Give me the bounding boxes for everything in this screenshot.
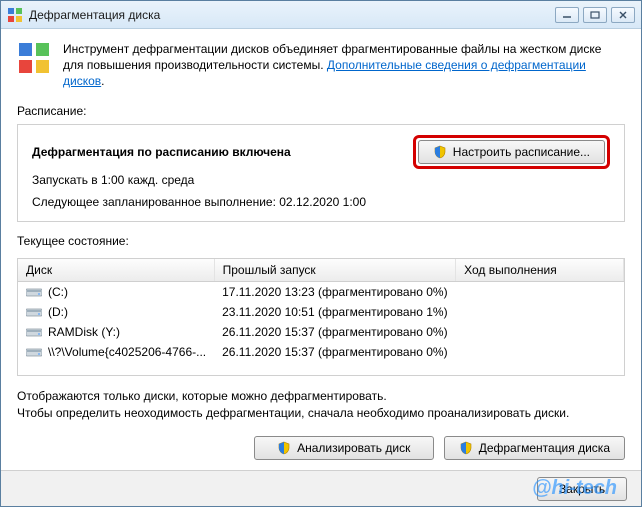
window-title: Дефрагментация диска bbox=[29, 8, 555, 22]
table-row[interactable]: (C:) 17.11.2020 13:23 (фрагментировано 0%… bbox=[18, 281, 624, 302]
shield-icon bbox=[277, 441, 291, 455]
action-buttons: Анализировать диск Дефрагментация диска bbox=[17, 436, 625, 460]
titlebar: Дефрагментация диска bbox=[1, 1, 641, 29]
disk-name: RAMDisk (Y:) bbox=[48, 325, 120, 339]
window-controls bbox=[555, 7, 635, 23]
close-button[interactable] bbox=[611, 7, 635, 23]
col-progress[interactable]: Ход выполнения bbox=[456, 259, 624, 282]
intro-text-after: . bbox=[101, 74, 104, 88]
defrag-window: Дефрагментация диска Инструмент дефрагме… bbox=[0, 0, 642, 507]
shield-icon bbox=[433, 145, 447, 159]
last-run-cell: 26.11.2020 15:37 (фрагментировано 0%) bbox=[214, 322, 455, 342]
footer-bar: Закрыть bbox=[1, 470, 641, 506]
table-row[interactable]: (D:) 23.11.2020 10:51 (фрагментировано 1%… bbox=[18, 302, 624, 322]
progress-cell bbox=[456, 302, 624, 322]
defrag-label: Дефрагментация диска bbox=[479, 441, 610, 455]
hdd-icon bbox=[26, 346, 42, 358]
current-state-label: Текущее состояние: bbox=[17, 234, 625, 248]
defrag-large-icon bbox=[17, 41, 51, 75]
disk-name: (C:) bbox=[48, 285, 68, 299]
disk-table-wrap: Диск Прошлый запуск Ход выполнения (C:) 1… bbox=[17, 258, 625, 377]
intro-block: Инструмент дефрагментации дисков объедин… bbox=[17, 41, 625, 90]
info-line2: Чтобы определить неоходимость дефрагмент… bbox=[17, 405, 625, 422]
analyze-label: Анализировать диск bbox=[297, 441, 410, 455]
info-line1: Отображаются только диски, которые можно… bbox=[17, 388, 625, 405]
highlight-annotation: Настроить расписание... bbox=[413, 135, 610, 169]
last-run-cell: 17.11.2020 13:23 (фрагментировано 0%) bbox=[214, 281, 455, 302]
configure-schedule-button[interactable]: Настроить расписание... bbox=[418, 140, 605, 164]
shield-icon bbox=[459, 441, 473, 455]
configure-schedule-label: Настроить расписание... bbox=[453, 145, 590, 159]
defrag-app-icon bbox=[7, 7, 23, 23]
defrag-button[interactable]: Дефрагментация диска bbox=[444, 436, 625, 460]
progress-cell bbox=[456, 281, 624, 302]
table-row[interactable]: \\?\Volume{c4025206-4766-... 26.11.2020 1… bbox=[18, 342, 624, 362]
schedule-run-at: Запускать в 1:00 кажд. среда bbox=[32, 173, 610, 187]
last-run-cell: 26.11.2020 15:37 (фрагментировано 0%) bbox=[214, 342, 455, 362]
col-disk[interactable]: Диск bbox=[18, 259, 214, 282]
disk-name: \\?\Volume{c4025206-4766-... bbox=[48, 345, 206, 359]
intro-text: Инструмент дефрагментации дисков объедин… bbox=[63, 41, 625, 90]
schedule-enabled-title: Дефрагментация по расписанию включена bbox=[32, 145, 291, 159]
table-row[interactable]: RAMDisk (Y:) 26.11.2020 15:37 (фрагментир… bbox=[18, 322, 624, 342]
close-label: Закрыть bbox=[559, 482, 605, 496]
close-dialog-button[interactable]: Закрыть bbox=[537, 477, 627, 501]
maximize-button[interactable] bbox=[583, 7, 607, 23]
disk-name: (D:) bbox=[48, 305, 68, 319]
progress-cell bbox=[456, 322, 624, 342]
schedule-label: Расписание: bbox=[17, 104, 625, 118]
hdd-icon bbox=[26, 306, 42, 318]
schedule-box: Дефрагментация по расписанию включена На… bbox=[17, 124, 625, 222]
col-last-run[interactable]: Прошлый запуск bbox=[214, 259, 455, 282]
analyze-button[interactable]: Анализировать диск bbox=[254, 436, 434, 460]
content-area: Инструмент дефрагментации дисков объедин… bbox=[1, 29, 641, 470]
hdd-icon bbox=[26, 286, 42, 298]
last-run-cell: 23.11.2020 10:51 (фрагментировано 1%) bbox=[214, 302, 455, 322]
disk-table: Диск Прошлый запуск Ход выполнения (C:) 1… bbox=[18, 259, 624, 362]
schedule-next-run: Следующее запланированное выполнение: 02… bbox=[32, 195, 610, 209]
hdd-icon bbox=[26, 326, 42, 338]
minimize-button[interactable] bbox=[555, 7, 579, 23]
info-text: Отображаются только диски, которые можно… bbox=[17, 388, 625, 422]
progress-cell bbox=[456, 342, 624, 362]
